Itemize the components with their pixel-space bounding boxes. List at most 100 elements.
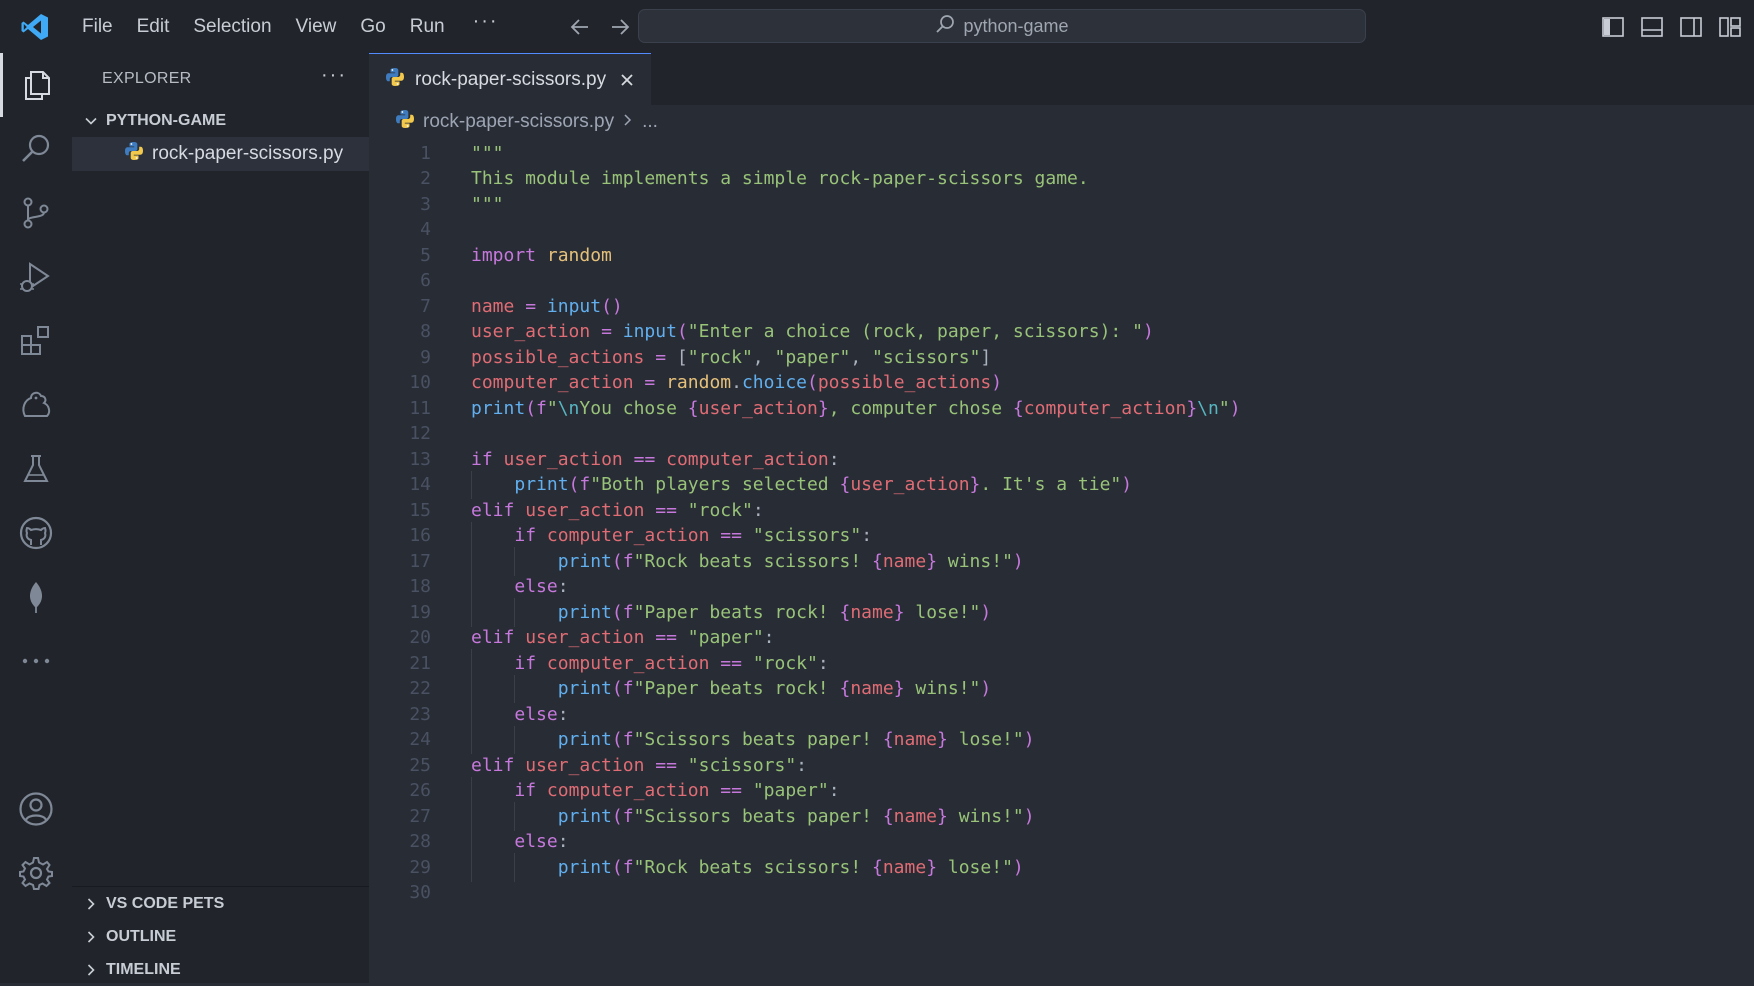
- forward-arrow-icon[interactable]: [607, 14, 633, 40]
- editor-tab-bar: rock-paper-scissors.py: [369, 53, 1754, 105]
- code-line[interactable]: 25 elif user_action == "scissors":: [369, 751, 1754, 780]
- code-text: if computer_action == "scissors":: [514, 525, 873, 547]
- line-number: 9: [420, 346, 431, 368]
- line-number: 24: [409, 729, 431, 751]
- code-line[interactable]: 27 print(f"Scissors beats paper! {name} …: [369, 802, 1754, 831]
- line-number: 7: [420, 295, 431, 317]
- menu-go[interactable]: Go: [348, 0, 397, 53]
- line-number: 4: [420, 219, 431, 241]
- leaf-icon[interactable]: [0, 565, 72, 629]
- explorer-more-actions-button[interactable]: ···: [321, 64, 347, 95]
- menu-more[interactable]: ···: [457, 0, 515, 58]
- search-icon: [935, 14, 955, 39]
- menu-view[interactable]: View: [284, 0, 349, 53]
- code-line[interactable]: 8 user_action = input("Enter a choice (ro…: [369, 318, 1754, 347]
- search-icon[interactable]: [0, 117, 72, 181]
- run-debug-icon[interactable]: [0, 245, 72, 309]
- code-line[interactable]: 22 print(f"Paper beats rock! {name} wins…: [369, 674, 1754, 703]
- chevron-right-icon: [80, 926, 102, 948]
- line-number: 22: [409, 678, 431, 700]
- code-line[interactable]: 24 print(f"Scissors beats paper! {name} …: [369, 725, 1754, 754]
- code-editor[interactable]: 1 """ 2 This module implements a simple roc…: [369, 139, 1754, 983]
- code-text: computer_action = random.choice(possible…: [471, 372, 1003, 394]
- code-text: possible_actions = ["rock", "paper", "sc…: [471, 346, 992, 368]
- code-text: elif user_action == "paper":: [471, 627, 775, 649]
- more-icon[interactable]: [0, 629, 72, 693]
- code-text: print(f"Both players selected {user_acti…: [514, 474, 1133, 496]
- code-line[interactable]: 13 if user_action == computer_action:: [369, 445, 1754, 474]
- menu-edit[interactable]: Edit: [125, 0, 182, 53]
- folder-label: PYTHON-GAME: [106, 112, 226, 129]
- section-timeline[interactable]: TIMELINE: [72, 953, 369, 986]
- folder-python-game[interactable]: PYTHON-GAME: [72, 105, 369, 137]
- breadcrumb-file[interactable]: rock-paper-scissors.py: [423, 111, 614, 133]
- code-line[interactable]: 21 if computer_action == "rock":: [369, 649, 1754, 678]
- menu-selection[interactable]: Selection: [181, 0, 283, 53]
- code-line[interactable]: 3 """: [369, 190, 1754, 219]
- layout-controls: [1600, 0, 1742, 53]
- code-line[interactable]: 20 elif user_action == "paper":: [369, 624, 1754, 653]
- code-text: name = input(): [471, 295, 623, 317]
- code-line[interactable]: 12: [369, 420, 1754, 449]
- code-line[interactable]: 11 print(f"\nYou chose {user_action}, com…: [369, 394, 1754, 423]
- chevron-down-icon: [80, 110, 102, 132]
- code-line[interactable]: 15 elif user_action == "rock":: [369, 496, 1754, 525]
- menu-run[interactable]: Run: [398, 0, 457, 53]
- code-line[interactable]: 9 possible_actions = ["rock", "paper", "s…: [369, 343, 1754, 372]
- account-icon[interactable]: [0, 777, 72, 841]
- chevron-right-icon: [622, 111, 634, 133]
- code-line[interactable]: 6: [369, 267, 1754, 296]
- code-text: if user_action == computer_action:: [471, 448, 840, 470]
- code-text: print(f"Rock beats scissors! {name} lose…: [557, 856, 1024, 878]
- command-center-search[interactable]: python-game: [638, 9, 1366, 43]
- file-rock-paper-scissors[interactable]: rock-paper-scissors.py: [72, 137, 369, 171]
- code-line[interactable]: 1 """: [369, 139, 1754, 168]
- section-outline[interactable]: OUTLINE: [72, 920, 369, 953]
- explorer-icon[interactable]: [0, 53, 72, 117]
- settings-icon[interactable]: [0, 841, 72, 905]
- section-label: VS CODE PETS: [106, 894, 225, 912]
- toggle-primary-sidebar-icon[interactable]: [1600, 14, 1625, 39]
- code-line[interactable]: 23 else:: [369, 700, 1754, 729]
- line-number: 25: [409, 754, 431, 776]
- code-line[interactable]: 18 else:: [369, 572, 1754, 601]
- pets-icon[interactable]: [0, 373, 72, 437]
- code-line[interactable]: 19 print(f"Paper beats rock! {name} lose…: [369, 598, 1754, 627]
- code-line[interactable]: 26 if computer_action == "paper":: [369, 776, 1754, 805]
- source-control-icon[interactable]: [0, 181, 72, 245]
- code-line[interactable]: 10 computer_action = random.choice(possib…: [369, 369, 1754, 398]
- line-number: 5: [420, 244, 431, 266]
- code-line[interactable]: 28 else:: [369, 827, 1754, 856]
- section-vs-code-pets[interactable]: VS CODE PETS: [72, 887, 369, 920]
- customize-layout-icon[interactable]: [1717, 14, 1742, 39]
- tab-rock-paper-scissors[interactable]: rock-paper-scissors.py: [369, 53, 651, 105]
- toggle-panel-icon[interactable]: [1639, 14, 1664, 39]
- line-number: 14: [409, 474, 431, 496]
- code-line[interactable]: 7 name = input(): [369, 292, 1754, 321]
- github-icon[interactable]: [0, 501, 72, 565]
- code-line[interactable]: 4: [369, 216, 1754, 245]
- line-number: 27: [409, 805, 431, 827]
- menu-file[interactable]: File: [70, 0, 125, 53]
- code-line[interactable]: 5 import random: [369, 241, 1754, 270]
- close-icon[interactable]: [617, 70, 637, 90]
- breadcrumb: rock-paper-scissors.py ...: [369, 105, 1754, 139]
- breadcrumb-more[interactable]: ...: [642, 111, 658, 133]
- back-arrow-icon[interactable]: [567, 14, 593, 40]
- code-line[interactable]: 17 print(f"Rock beats scissors! {name} w…: [369, 547, 1754, 576]
- code-text: if computer_action == "rock":: [514, 652, 829, 674]
- code-line[interactable]: 29 print(f"Rock beats scissors! {name} l…: [369, 853, 1754, 882]
- toggle-secondary-sidebar-icon[interactable]: [1678, 14, 1703, 39]
- vscode-logo-icon: [0, 0, 70, 53]
- code-line[interactable]: 14 print(f"Both players selected {user_a…: [369, 470, 1754, 499]
- testing-icon[interactable]: [0, 437, 72, 501]
- line-number: 2: [420, 168, 431, 190]
- explorer-header: EXPLORER ···: [72, 53, 369, 105]
- code-line[interactable]: 16 if computer_action == "scissors":: [369, 521, 1754, 550]
- extensions-icon[interactable]: [0, 309, 72, 373]
- python-file-icon: [385, 67, 405, 93]
- line-number: 12: [409, 423, 431, 445]
- code-line[interactable]: 30: [369, 879, 1754, 908]
- code-line[interactable]: 2 This module implements a simple rock-pa…: [369, 165, 1754, 194]
- code-text: import random: [471, 244, 612, 266]
